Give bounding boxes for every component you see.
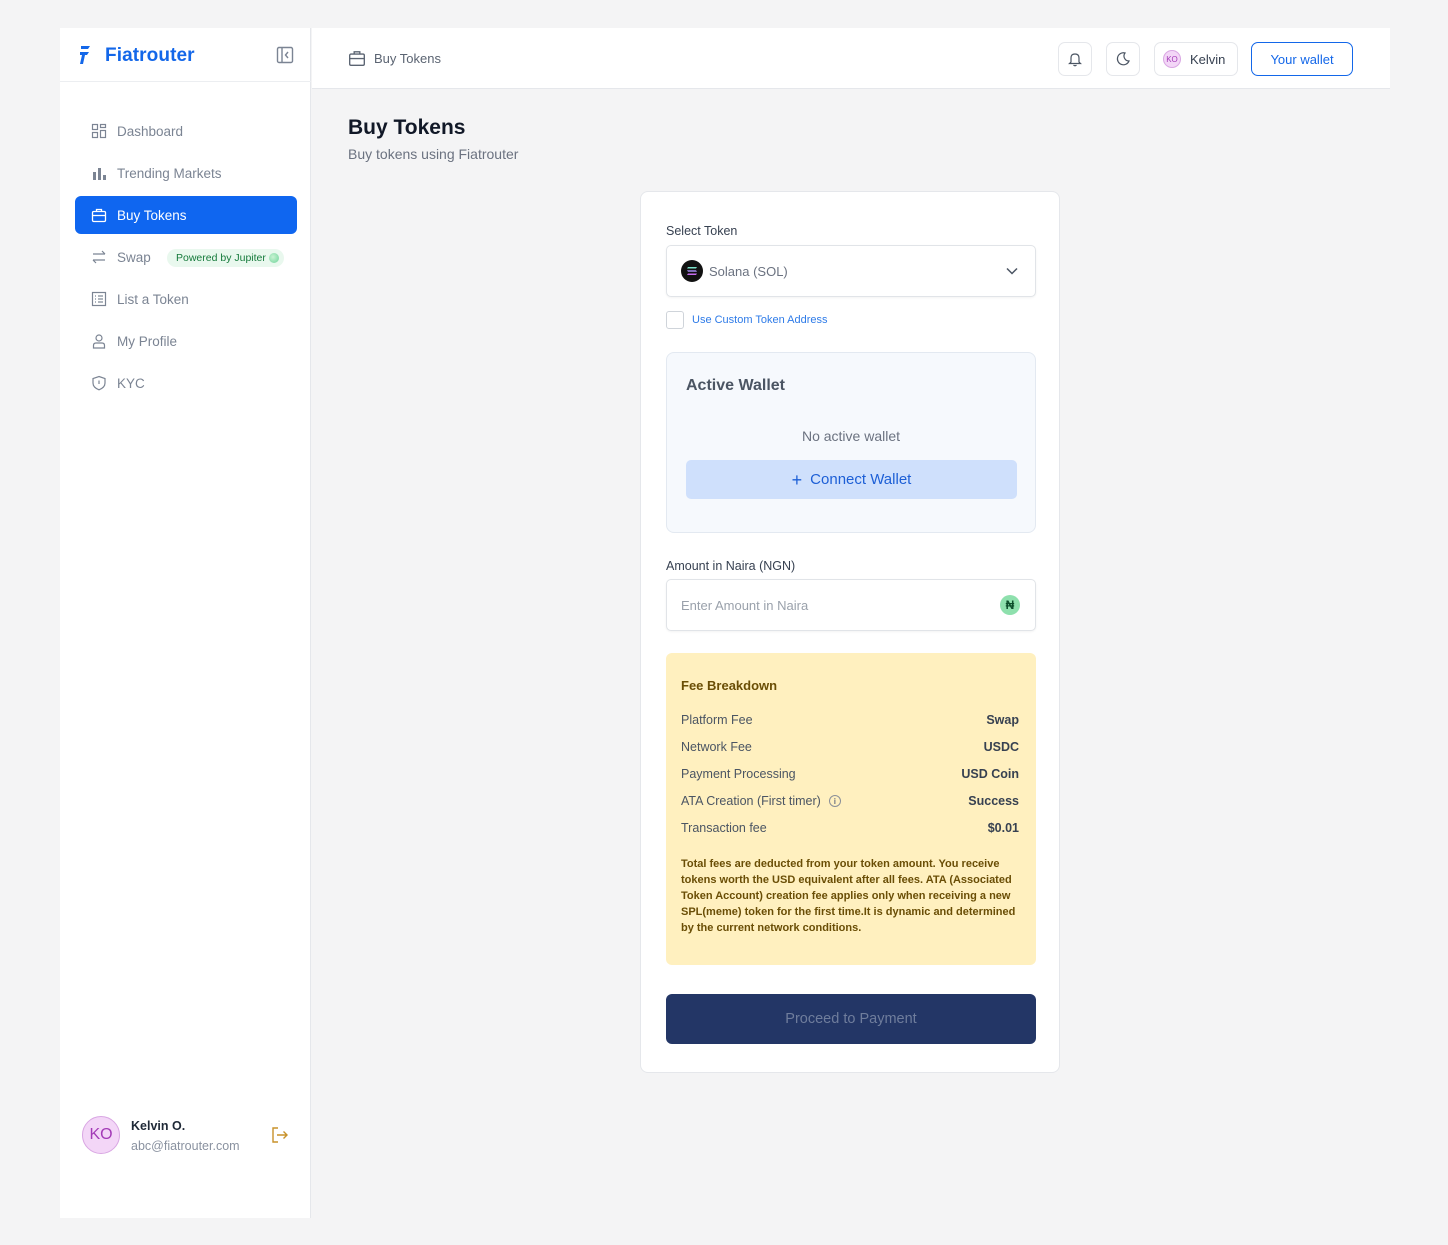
proceed-to-payment-button[interactable]: Proceed to Payment [666,994,1036,1044]
page-title: Buy Tokens [348,116,466,139]
connect-wallet-button[interactable]: + Connect Wallet [686,460,1017,499]
info-icon[interactable]: i [828,795,841,807]
breadcrumb-label: Buy Tokens [374,50,441,66]
active-wallet-panel: Active Wallet No active wallet + Connect… [666,352,1036,533]
shopping-bag-icon [348,49,366,67]
sidebar-nav: Dashboard Trending Markets Buy Tokens Sw… [75,112,297,406]
fee-breakdown-panel: Fee Breakdown Platform Fee Swap Network … [666,653,1036,965]
top-bar: Buy Tokens KO Kelvin Your wallet [312,28,1390,89]
user-name: Kelvin O. [131,1119,186,1133]
select-token-label: Select Token [666,224,738,238]
brand-name: Fiatrouter [105,45,195,66]
fee-value: USD Coin [961,767,1019,781]
sidebar-item-label: KYC [117,375,145,391]
fee-label: ATA Creation (First timer) [681,794,821,808]
fee-row: Platform Fee Swap [681,711,1019,729]
sidebar-item-dashboard[interactable]: Dashboard [75,112,297,150]
breadcrumb: Buy Tokens [348,49,441,67]
page-subtitle: Buy tokens using Fiatrouter [348,146,519,162]
user-menu-name: Kelvin [1190,51,1226,67]
solana-logo-icon [681,260,703,282]
jupiter-logo-icon [268,253,279,263]
fee-row: ATA Creation (First timer) i Success [681,792,1019,810]
selected-token: Solana (SOL) [709,263,788,279]
custom-token-row: Use Custom Token Address [666,311,828,329]
powered-by-jupiter-badge: Powered by Jupiter [167,249,284,267]
fee-value: Success [968,794,1019,808]
user-email: abc@fiatrouter.com [131,1139,240,1153]
sidebar-item-label: My Profile [117,333,178,349]
fee-row: Network Fee USDC [681,738,1019,756]
sidebar: Fiatrouter Dashboard Trending Markets Bu… [60,28,311,1218]
notifications-button[interactable] [1058,42,1092,76]
buy-tokens-card: Select Token Solana (SOL) Use Custom Tok… [640,191,1060,1073]
dashboard-grid-icon [91,123,107,139]
custom-token-checkbox[interactable] [666,311,684,329]
user-icon [91,333,107,349]
app-window: Fiatrouter Dashboard Trending Markets Bu… [60,28,1390,1218]
fee-note: Total fees are deducted from your token … [681,858,1016,934]
custom-token-label[interactable]: Use Custom Token Address [692,314,828,326]
fee-row: Transaction fee $0.01 [681,819,1019,837]
sidebar-item-kyc[interactable]: KYC [75,364,297,402]
fee-value: $0.01 [987,821,1019,835]
sidebar-item-swap[interactable]: Swap Powered by Jupiter [75,238,297,276]
chevron-down-icon [1006,267,1018,275]
fee-label: Platform Fee [681,713,753,727]
amount-field: ₦ [666,579,1036,631]
plus-icon: + [791,469,803,490]
avatar: KO [82,1116,120,1154]
sidebar-item-trending-markets[interactable]: Trending Markets [75,154,297,192]
fee-value: Swap [986,713,1019,727]
bell-icon [1068,53,1082,67]
sidebar-collapse-icon[interactable] [276,46,294,64]
connect-wallet-label: Connect Wallet [810,471,912,488]
amount-input[interactable] [681,580,981,630]
sidebar-item-buy-tokens[interactable]: Buy Tokens [75,196,297,234]
avatar: KO [1163,50,1181,68]
badge-label: Powered by Jupiter [176,252,266,264]
active-wallet-title: Active Wallet [686,377,785,394]
moon-icon [1116,52,1130,66]
bar-chart-icon [91,165,107,181]
your-wallet-button[interactable]: Your wallet [1251,42,1353,76]
sidebar-item-label: Dashboard [117,123,184,139]
shopping-bag-icon [91,207,107,223]
token-select[interactable]: Solana (SOL) [666,245,1036,297]
naira-currency-icon: ₦ [1000,595,1020,615]
sidebar-item-list-a-token[interactable]: List a Token [75,280,297,318]
user-menu-button[interactable]: KO Kelvin [1154,42,1238,76]
sidebar-item-my-profile[interactable]: My Profile [75,322,297,360]
fee-label-with-info: ATA Creation (First timer) i [681,794,841,808]
sidebar-item-label: Trending Markets [117,165,222,181]
sidebar-item-label: Swap [117,249,151,265]
fee-label: Transaction fee [681,821,767,835]
fiatrouter-logo-icon [80,46,90,64]
sidebar-item-label: Buy Tokens [117,207,187,223]
sidebar-item-label: List a Token [117,291,189,307]
list-icon [91,291,107,307]
sidebar-user-card: KO Kelvin O. abc@fiatrouter.com [82,1116,297,1158]
theme-toggle-button[interactable] [1106,42,1140,76]
brand-header: Fiatrouter [60,28,311,82]
logout-icon[interactable] [270,1126,290,1144]
fee-label: Network Fee [681,740,752,754]
fee-row: Payment Processing USD Coin [681,765,1019,783]
fee-breakdown-title: Fee Breakdown [681,678,778,693]
amount-label: Amount in Naira (NGN) [666,559,796,573]
swap-arrows-icon [91,249,107,265]
active-wallet-status: No active wallet [801,428,901,444]
shield-icon [91,375,107,391]
fee-value: USDC [983,740,1019,754]
fee-label: Payment Processing [681,767,796,781]
